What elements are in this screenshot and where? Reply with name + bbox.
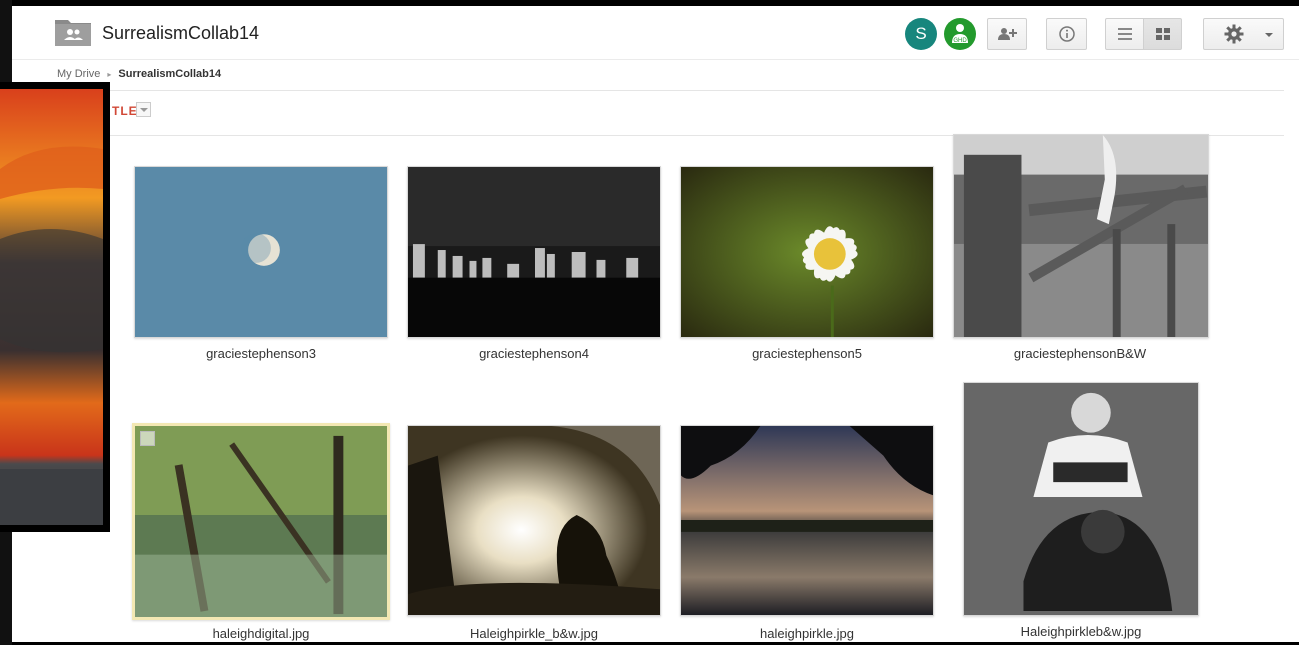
breadcrumb-separator: ▸ [107, 69, 112, 79]
top-bar: SurrealismCollab14 S GHD [12, 6, 1299, 60]
file-thumbnail[interactable] [132, 423, 390, 620]
select-checkbox[interactable] [140, 431, 155, 446]
folder-title: SurrealismCollab14 [102, 23, 260, 43]
file-name: graciestephenson4 [479, 346, 589, 361]
sort-dropdown-button[interactable] [136, 102, 151, 117]
file-name: haleighpirkle.jpg [760, 626, 854, 641]
sort-label[interactable]: TLE [112, 104, 138, 118]
file-name: graciestephensonB&W [1013, 346, 1147, 361]
file-thumbnail[interactable] [953, 134, 1209, 338]
list-view-icon [1117, 28, 1132, 40]
chevron-down-icon [1265, 33, 1273, 37]
sunset-photo-overlay [0, 82, 110, 532]
share-button[interactable] [987, 18, 1027, 50]
file-thumbnail[interactable] [134, 166, 388, 338]
file-name: haleighdigital.jpg [212, 626, 310, 641]
gear-icon [1224, 24, 1244, 44]
breadcrumb: My Drive ▸ SurrealismCollab14 [57, 68, 221, 80]
add-person-icon [998, 28, 1017, 40]
breadcrumb-current: SurrealismCollab14 [118, 68, 222, 80]
collaborator-avatar-s[interactable]: S [905, 18, 937, 50]
avatar-initials: GHD [953, 38, 967, 44]
file-thumbnail[interactable] [407, 166, 661, 338]
grid-view-icon [1155, 28, 1170, 40]
file-thumbnail[interactable] [963, 382, 1199, 616]
grid-view-button[interactable] [1143, 18, 1182, 50]
file-name: graciestephenson3 [206, 346, 316, 361]
divider [12, 90, 1284, 91]
list-view-button[interactable] [1105, 18, 1144, 50]
info-icon [1058, 26, 1075, 42]
file-name: Haleighpirkleb&w.jpg [1020, 624, 1142, 639]
file-name: Haleighpirkle_b&w.jpg [470, 626, 598, 641]
details-button[interactable] [1046, 18, 1087, 50]
settings-button[interactable] [1203, 18, 1284, 50]
collaborator-avatar-ghd[interactable]: GHD [944, 18, 976, 50]
file-thumbnail[interactable] [680, 425, 934, 616]
drive-window: SurrealismCollab14 S GHD My Drive ▸ Surr… [12, 6, 1299, 642]
file-thumbnail[interactable] [407, 425, 661, 616]
breadcrumb-root[interactable]: My Drive [57, 68, 100, 80]
folder-shared-icon [55, 18, 91, 46]
file-name: graciestephenson5 [752, 346, 862, 361]
file-thumbnail[interactable] [680, 166, 934, 338]
